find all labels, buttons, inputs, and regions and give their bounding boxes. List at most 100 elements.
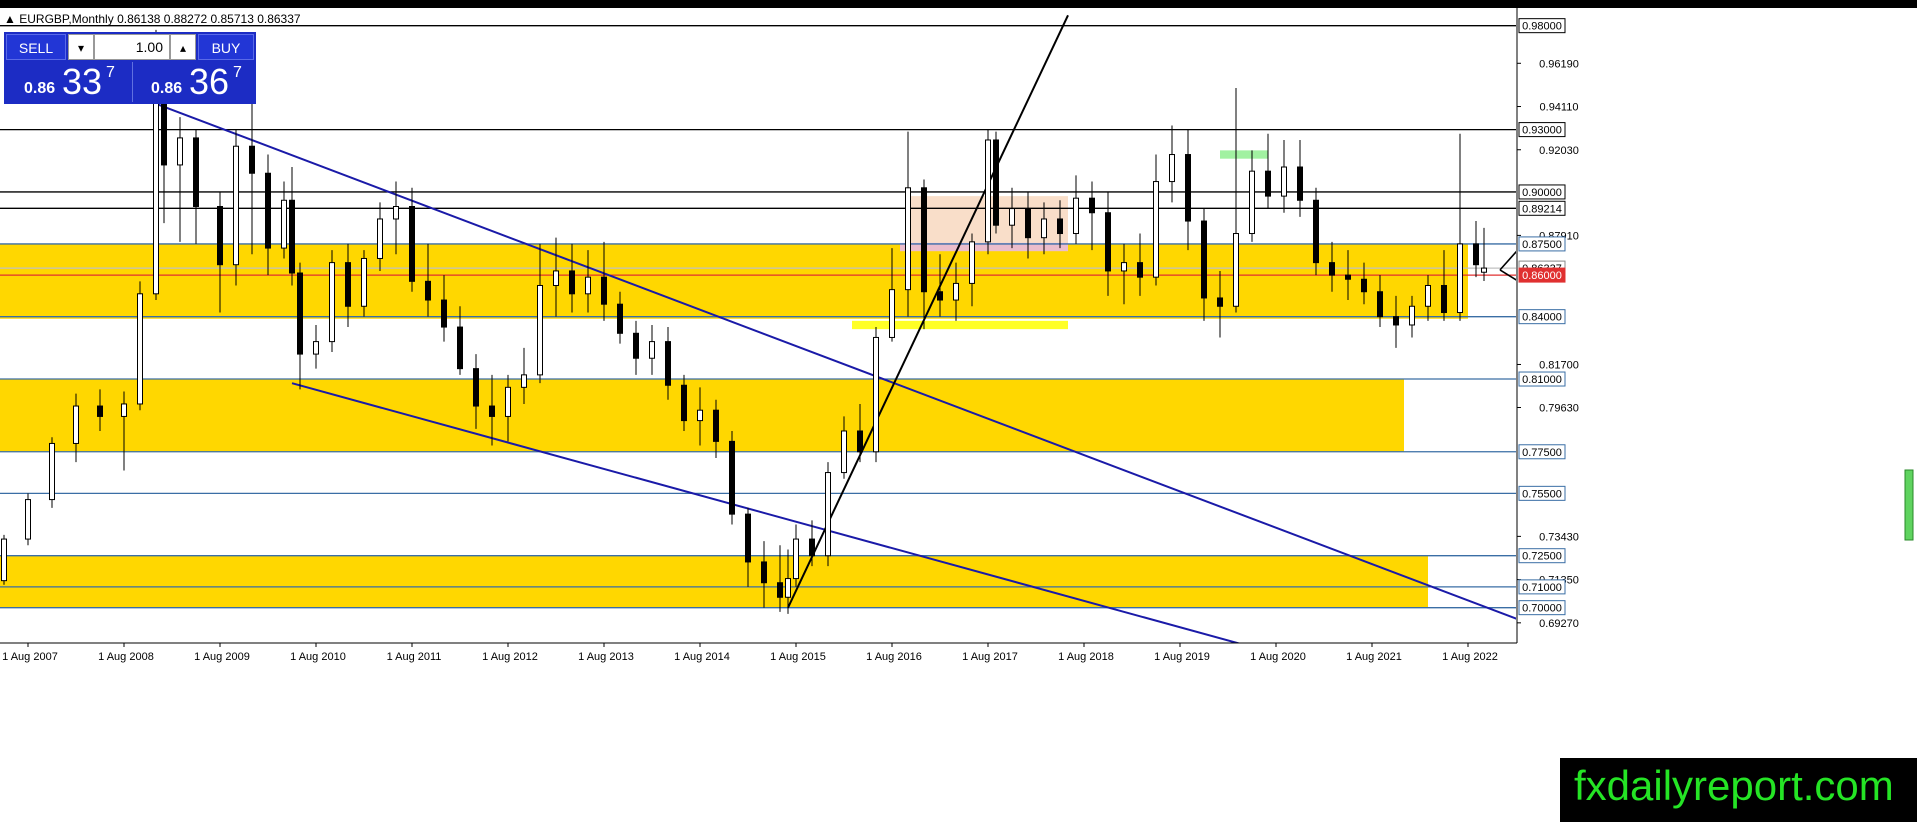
lot-size-input[interactable]: [94, 34, 170, 60]
price-level-label: 0.84000: [1522, 312, 1562, 324]
bear-candle: [345, 262, 351, 307]
price-chart[interactable]: 0.961900.941100.920300.879100.817000.796…: [0, 0, 1917, 822]
bear-candle: [937, 291, 943, 301]
bull-candle: [1233, 233, 1239, 307]
buy-button[interactable]: BUY: [198, 34, 254, 60]
sell-price-fraction: 7: [106, 64, 115, 81]
ohlc-values: 0.86138 0.88272 0.85713 0.86337: [117, 12, 301, 26]
bear-candle: [217, 206, 223, 266]
price-tick-label: 0.96190: [1539, 58, 1579, 70]
bear-candle: [1185, 154, 1191, 222]
bull-candle: [905, 187, 911, 291]
price-tick-label: 0.81700: [1539, 359, 1579, 371]
bear-candle: [681, 384, 687, 422]
bear-candle: [617, 303, 623, 334]
bull-candle: [969, 241, 975, 284]
bull-candle: [153, 83, 159, 295]
bull-candle: [377, 218, 383, 259]
bull-candle: [649, 341, 655, 359]
time-tick-label: 1 Aug 2014: [674, 651, 730, 663]
bear-candle: [665, 341, 671, 386]
bear-candle: [193, 137, 199, 208]
bear-candle: [265, 172, 271, 249]
bear-candle: [857, 430, 863, 453]
time-tick-label: 1 Aug 2010: [290, 651, 346, 663]
bear-candle: [489, 405, 495, 417]
bear-candle: [1297, 166, 1303, 201]
bull-candle: [73, 405, 79, 444]
price-tick-label: 0.73430: [1539, 531, 1579, 543]
price-level-label: 0.89214: [1522, 203, 1562, 215]
bear-candle: [249, 145, 255, 174]
bull-candle: [361, 257, 367, 307]
time-tick-label: 1 Aug 2020: [1250, 651, 1306, 663]
price-level-label: 0.87500: [1522, 239, 1562, 251]
bear-candle: [1393, 316, 1399, 326]
bear-candle: [297, 272, 303, 355]
one-click-trading-panel: SELL ▾ ▴ BUY 0.86 33 7 0.86 36 7: [4, 32, 256, 104]
bull-candle: [1281, 166, 1287, 197]
bull-candle: [553, 270, 559, 286]
sell-button[interactable]: SELL: [6, 34, 66, 60]
bull-candle: [25, 499, 31, 540]
bull-candle: [1481, 267, 1487, 273]
time-tick-label: 1 Aug 2016: [866, 651, 922, 663]
bear-candle: [97, 405, 103, 417]
bull-candle: [697, 409, 703, 422]
bear-candle: [409, 206, 415, 282]
bull-candle: [585, 276, 591, 295]
buy-quote[interactable]: 0.86 36 7: [132, 62, 257, 102]
watermark-text: fxdailyreport.com: [1574, 762, 1894, 809]
bull-candle: [825, 472, 831, 557]
buy-price-fraction: 7: [233, 64, 242, 81]
bear-candle: [601, 276, 607, 305]
price-level-label: 0.75500: [1522, 488, 1562, 500]
buy-price-pips: 36: [189, 61, 230, 102]
lot-increase-icon[interactable]: ▴: [170, 34, 196, 60]
bull-candle: [313, 341, 319, 355]
price-level-label: 0.81000: [1522, 374, 1562, 386]
time-tick-label: 1 Aug 2008: [98, 651, 154, 663]
bull-candle: [505, 386, 511, 417]
buy-price-prefix: 0.86: [151, 80, 183, 97]
price-tick-label: 0.94110: [1540, 102, 1579, 114]
price-level-label: 0.93000: [1522, 125, 1562, 137]
bear-candle: [777, 582, 783, 598]
price-level-label: 0.90000: [1522, 187, 1562, 199]
bull-candle: [1041, 218, 1047, 239]
support-resistance-zone: [0, 555, 1428, 608]
lot-decrease-icon[interactable]: ▾: [68, 34, 94, 60]
bull-candle: [537, 284, 543, 376]
bull-candle: [137, 293, 143, 405]
bear-candle: [457, 326, 463, 370]
bear-candle: [1057, 218, 1063, 235]
time-tick-label: 1 Aug 2007: [2, 651, 58, 663]
bull-candle: [841, 430, 847, 474]
bull-candle: [1073, 197, 1079, 235]
time-tick-label: 1 Aug 2018: [1058, 651, 1114, 663]
bull-candle: [1409, 305, 1415, 326]
bull-candle: [793, 538, 799, 580]
bull-candle: [1457, 243, 1463, 314]
time-tick-label: 1 Aug 2015: [770, 651, 826, 663]
bull-candle: [985, 139, 991, 243]
sell-quote[interactable]: 0.86 33 7: [6, 62, 130, 102]
bull-candle: [873, 336, 879, 453]
price-level-label: 0.98000: [1522, 21, 1562, 33]
price-tick-label: 0.69270: [1539, 618, 1579, 630]
bear-candle: [441, 299, 447, 328]
bear-candle: [1201, 220, 1207, 299]
symbol-header: ▲ EURGBP,Monthly 0.86138 0.88272 0.85713…: [4, 12, 301, 26]
bull-candle: [121, 403, 127, 417]
price-level-label: 0.72500: [1522, 551, 1562, 563]
price-tick-label: 0.79630: [1539, 402, 1579, 414]
bear-candle: [1313, 199, 1319, 264]
bear-candle: [1217, 297, 1223, 307]
collapse-triangle-icon[interactable]: ▲: [4, 12, 16, 26]
bull-candle: [889, 289, 895, 338]
bear-candle: [1441, 284, 1447, 314]
highlight-box: [852, 320, 1068, 330]
price-level-label: 0.70000: [1522, 603, 1562, 615]
price-level-label: 0.77500: [1522, 447, 1562, 459]
bear-candle: [473, 368, 479, 407]
